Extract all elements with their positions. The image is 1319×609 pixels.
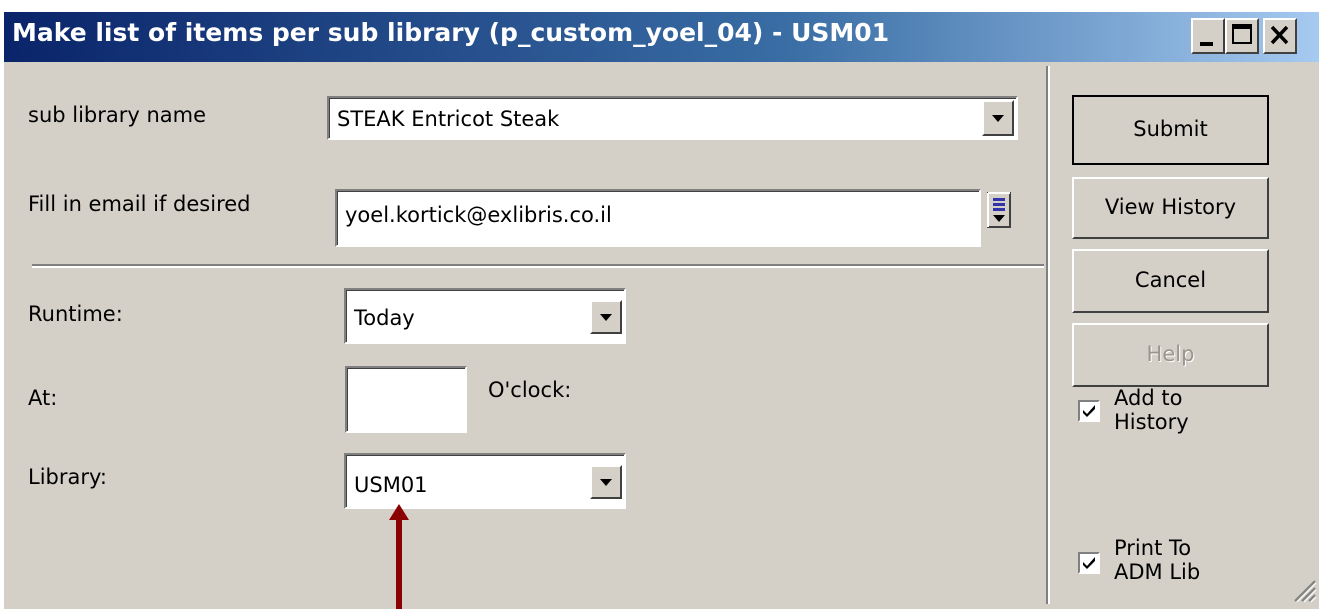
oclock-label: O'clock:: [488, 378, 572, 402]
email-list-button[interactable]: [986, 191, 1014, 231]
print-to-adm-checkbox[interactable]: [1078, 552, 1100, 574]
view-history-button[interactable]: View History: [1072, 177, 1269, 239]
chevron-down-icon: [600, 479, 612, 486]
list-picker-icon: [987, 192, 1011, 228]
submit-button[interactable]: Submit: [1072, 95, 1269, 165]
email-label: Fill in email if desired: [28, 192, 251, 216]
minimize-icon: [1200, 42, 1213, 46]
library-dropdown-button[interactable]: [590, 465, 622, 499]
maximize-button[interactable]: [1225, 18, 1259, 54]
at-time-input[interactable]: [345, 366, 467, 433]
sub-library-label: sub library name: [28, 103, 207, 127]
library-label: Library:: [28, 465, 107, 489]
add-to-history-label: Add to History: [1114, 386, 1189, 434]
resize-grip-icon[interactable]: [1289, 575, 1317, 605]
panel-separator: [1046, 66, 1050, 604]
title-bar[interactable]: Make list of items per sub library (p_cu…: [4, 12, 1319, 62]
form-separator: [32, 264, 1044, 268]
chevron-down-icon: [992, 115, 1004, 122]
runtime-dropdown-button[interactable]: [590, 300, 622, 334]
checkmark-icon: [1083, 405, 1095, 417]
window-title: Make list of items per sub library (p_cu…: [12, 18, 890, 47]
at-label: At:: [28, 386, 58, 410]
dialog-window: Make list of items per sub library (p_cu…: [4, 12, 1319, 609]
email-field[interactable]: yoel.kortick@exlibris.co.il: [335, 189, 981, 247]
sub-library-value: STEAK Entricot Steak: [337, 107, 560, 131]
sub-library-dropdown-button[interactable]: [982, 100, 1014, 136]
minimize-button[interactable]: [1191, 18, 1225, 54]
cancel-button[interactable]: Cancel: [1072, 249, 1269, 313]
close-button[interactable]: [1263, 18, 1297, 54]
email-value: yoel.kortick@exlibris.co.il: [345, 203, 612, 227]
checkmark-icon: [1083, 557, 1095, 569]
close-icon: [1270, 25, 1289, 45]
runtime-label: Runtime:: [28, 302, 123, 326]
annotation-arrow: [389, 504, 409, 609]
sub-library-dropdown[interactable]: STEAK Entricot Steak: [327, 96, 1018, 140]
help-button[interactable]: Help: [1072, 323, 1269, 387]
chevron-down-icon: [600, 314, 612, 321]
library-value: USM01: [354, 473, 428, 497]
runtime-dropdown[interactable]: Today: [344, 288, 626, 344]
maximize-icon: [1232, 24, 1252, 44]
add-to-history-checkbox[interactable]: [1078, 400, 1100, 422]
runtime-value: Today: [354, 306, 415, 330]
print-to-adm-label: Print To ADM Lib: [1114, 536, 1201, 584]
